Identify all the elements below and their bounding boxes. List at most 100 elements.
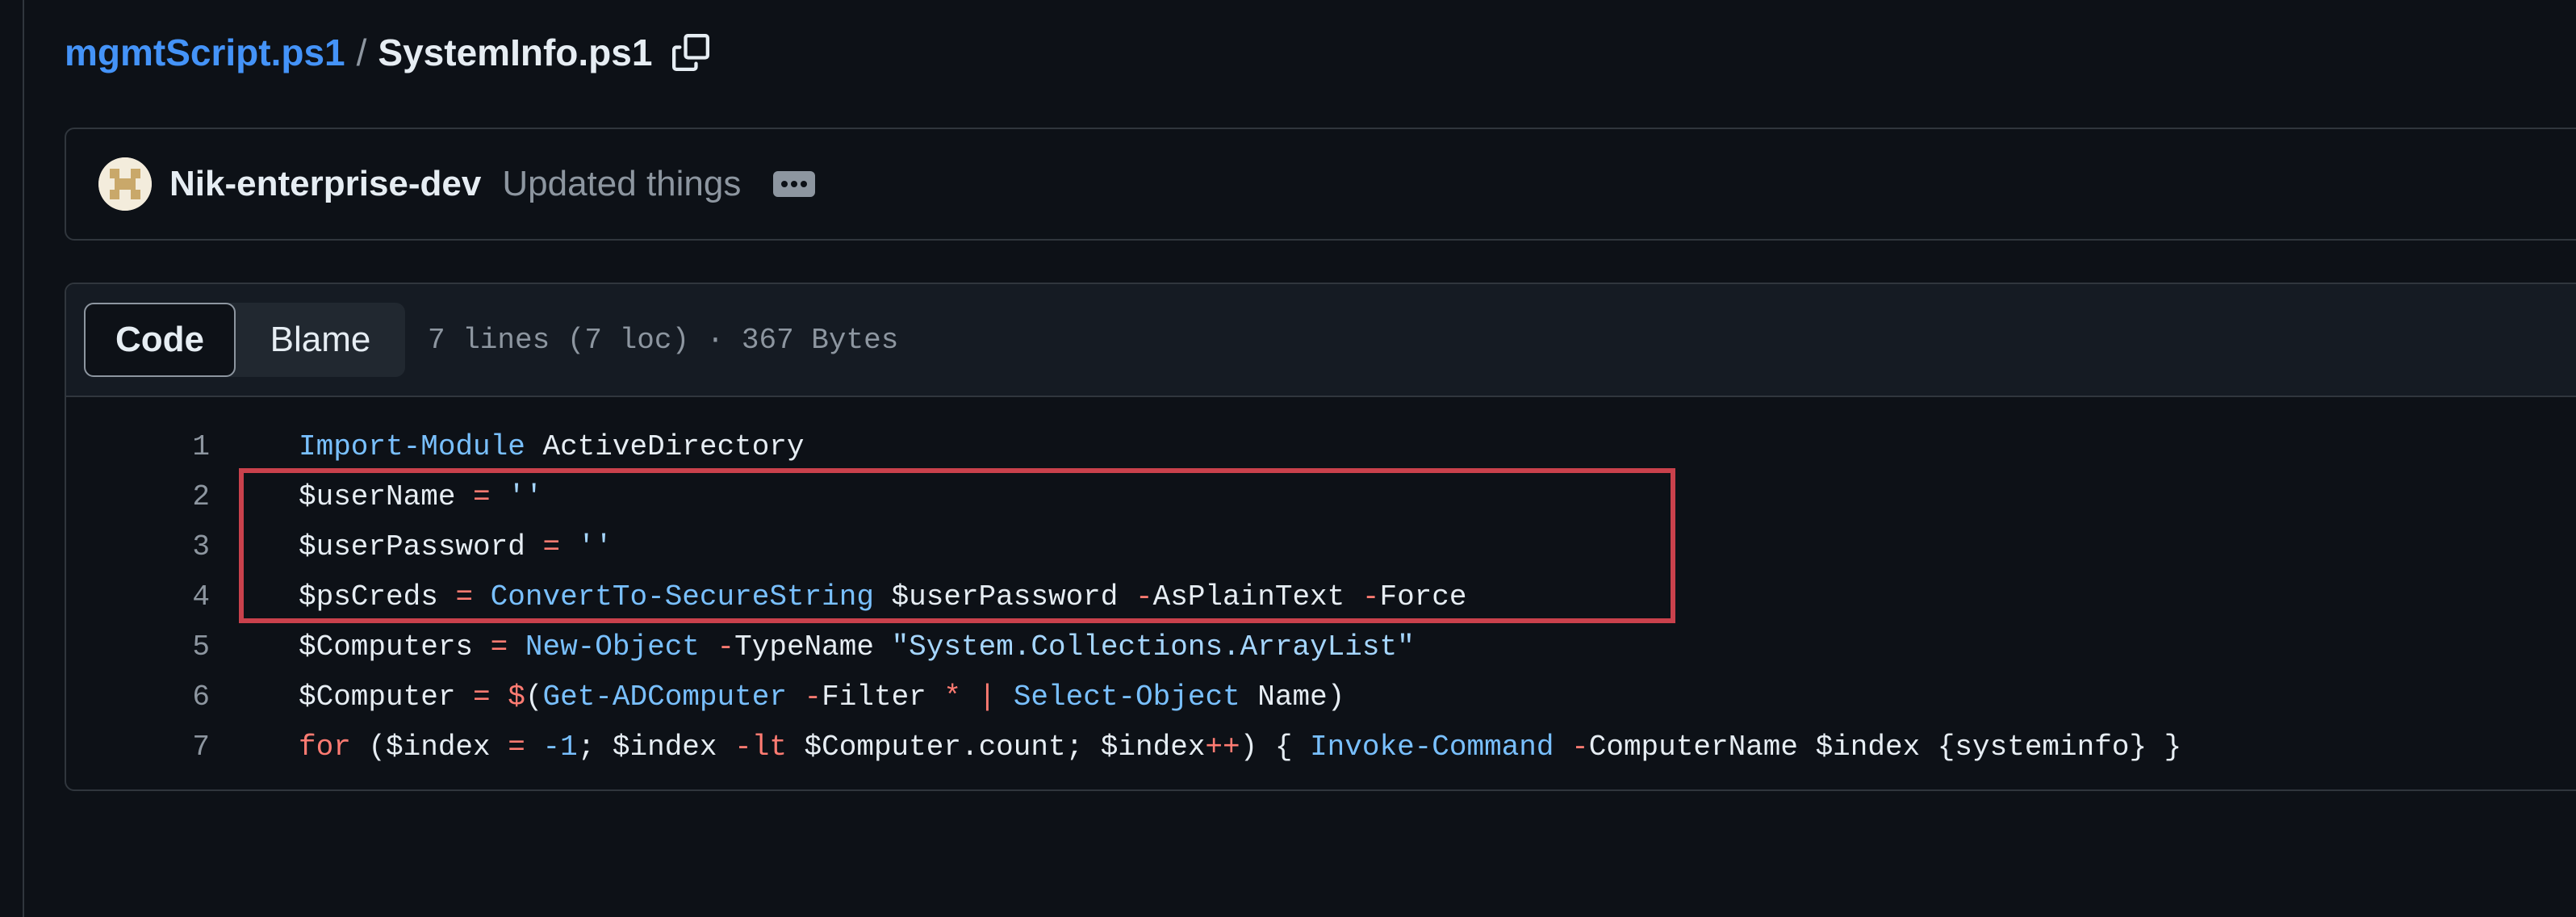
code-token: $Computer.count; $index [786, 730, 1206, 764]
code-token: ; $index [577, 730, 735, 764]
expand-commit-message-button[interactable] [773, 171, 816, 197]
file-header: Code Blame 7 lines (7 loc) · 367 Bytes [66, 284, 2576, 397]
breadcrumb: mgmtScript.ps1 / SystemInfo.ps1 [65, 24, 712, 81]
code-token: - [804, 680, 822, 714]
code-listing[interactable]: 1 Import-Module ActiveDirectory 2 $userName… [66, 397, 2576, 772]
code-token: Get-ADComputer [542, 680, 787, 714]
code-token: = [473, 479, 491, 513]
ellipsis-icon [781, 181, 788, 187]
code-token: Name) [1240, 680, 1345, 714]
code-token: '' [577, 530, 613, 563]
line-number[interactable]: 3 [66, 530, 210, 563]
tab-blame[interactable]: Blame [236, 303, 405, 377]
line-code: Import-Module ActiveDirectory [299, 430, 805, 463]
line-number[interactable]: 1 [66, 430, 210, 463]
code-token: '' [508, 479, 543, 513]
copy-path-button[interactable] [670, 31, 712, 73]
code-line: 4 $psCreds = ConvertTo-SecureString $user… [66, 572, 2576, 622]
left-divider [23, 0, 24, 917]
code-token: $ [508, 680, 525, 714]
code-token: - [1135, 580, 1153, 613]
code-token: ($index [350, 730, 508, 764]
line-code: $Computer = $(Get-ADComputer -Filter * |… [299, 680, 1344, 714]
latest-commit-bar: Nik-enterprise-dev Updated things [65, 128, 2576, 241]
code-token: for [299, 730, 351, 764]
code-line: 5 $Computers = New-Object -TypeName "Syst… [66, 622, 2576, 672]
code-token: "System.Collections.ArrayList" [891, 630, 1415, 664]
ellipsis-dot [791, 181, 798, 187]
line-number[interactable]: 2 [66, 480, 210, 513]
line-code: $userName = '' [299, 480, 542, 513]
breadcrumb-parent-link[interactable]: mgmtScript.ps1 [65, 31, 345, 74]
code-token: $userPassword [873, 580, 1135, 613]
code-token: ComputerName $index {systeminfo} } [1588, 730, 2182, 764]
line-code: $psCreds = ConvertTo-SecureString $userP… [299, 580, 1467, 613]
code-line: 7 for ($index = -1; $index -lt $Computer.… [66, 722, 2576, 772]
breadcrumb-separator: / [356, 31, 367, 73]
code-token: Filter [822, 680, 944, 714]
code-token: - [1361, 580, 1380, 613]
code-token: * [943, 680, 961, 714]
file-stats: 7 lines (7 loc) · 367 Bytes [428, 323, 899, 357]
avatar-image [98, 157, 152, 211]
tab-code[interactable]: Code [84, 303, 236, 377]
code-token: Import-Module [299, 429, 525, 463]
line-number[interactable]: 6 [66, 680, 210, 714]
code-token: ActiveDirectory [525, 429, 805, 463]
code-token: $Computers [299, 630, 474, 664]
code-token: = [455, 580, 474, 613]
code-token: $psCreds [299, 580, 438, 613]
code-token: $Computer [299, 680, 456, 714]
code-token: ConvertTo-SecureString [490, 580, 874, 613]
copy-icon [672, 34, 710, 71]
view-mode-switch: Code Blame [84, 303, 405, 377]
breadcrumb-current-file: SystemInfo.ps1 [378, 31, 653, 73]
code-token: -lt [734, 730, 787, 764]
file-viewer: Code Blame 7 lines (7 loc) · 367 Bytes 1… [65, 283, 2576, 791]
code-line: 3 $userPassword = '' [66, 521, 2576, 572]
line-code: $Computers = New-Object -TypeName "Syste… [299, 630, 1415, 664]
ellipsis-dot [801, 181, 808, 187]
line-number[interactable]: 5 [66, 630, 210, 664]
code-token: Invoke-Command [1310, 730, 1554, 764]
line-number[interactable]: 7 [66, 731, 210, 764]
code-line: 1 Import-Module ActiveDirectory [66, 421, 2576, 471]
code-token: TypeName [734, 630, 892, 664]
code-token: - [1571, 730, 1589, 764]
commit-author-link[interactable]: Nik-enterprise-dev [169, 164, 481, 204]
code-token: -1 [542, 730, 578, 764]
code-line: 2 $userName = '' [66, 471, 2576, 521]
line-number[interactable]: 4 [66, 580, 210, 613]
avatar[interactable] [98, 157, 152, 211]
line-code: $userPassword = '' [299, 530, 613, 563]
line-code: for ($index = -1; $index -lt $Computer.c… [299, 731, 2181, 764]
code-token: $userName [299, 479, 456, 513]
code-token: Force [1379, 580, 1467, 613]
code-token: ++ [1205, 730, 1240, 764]
code-token: $userPassword [299, 530, 525, 563]
code-line: 6 $Computer = $(Get-ADComputer -Filter * … [66, 672, 2576, 722]
code-token: = [508, 730, 525, 764]
code-token: ) { [1240, 730, 1311, 764]
code-token: = [473, 680, 491, 714]
code-token: New-Object [525, 630, 700, 664]
code-token: AsPlainText [1152, 580, 1362, 613]
code-token: | [978, 680, 997, 714]
commit-message-link[interactable]: Updated things [502, 164, 741, 204]
code-token: Select-Object [1013, 680, 1240, 714]
